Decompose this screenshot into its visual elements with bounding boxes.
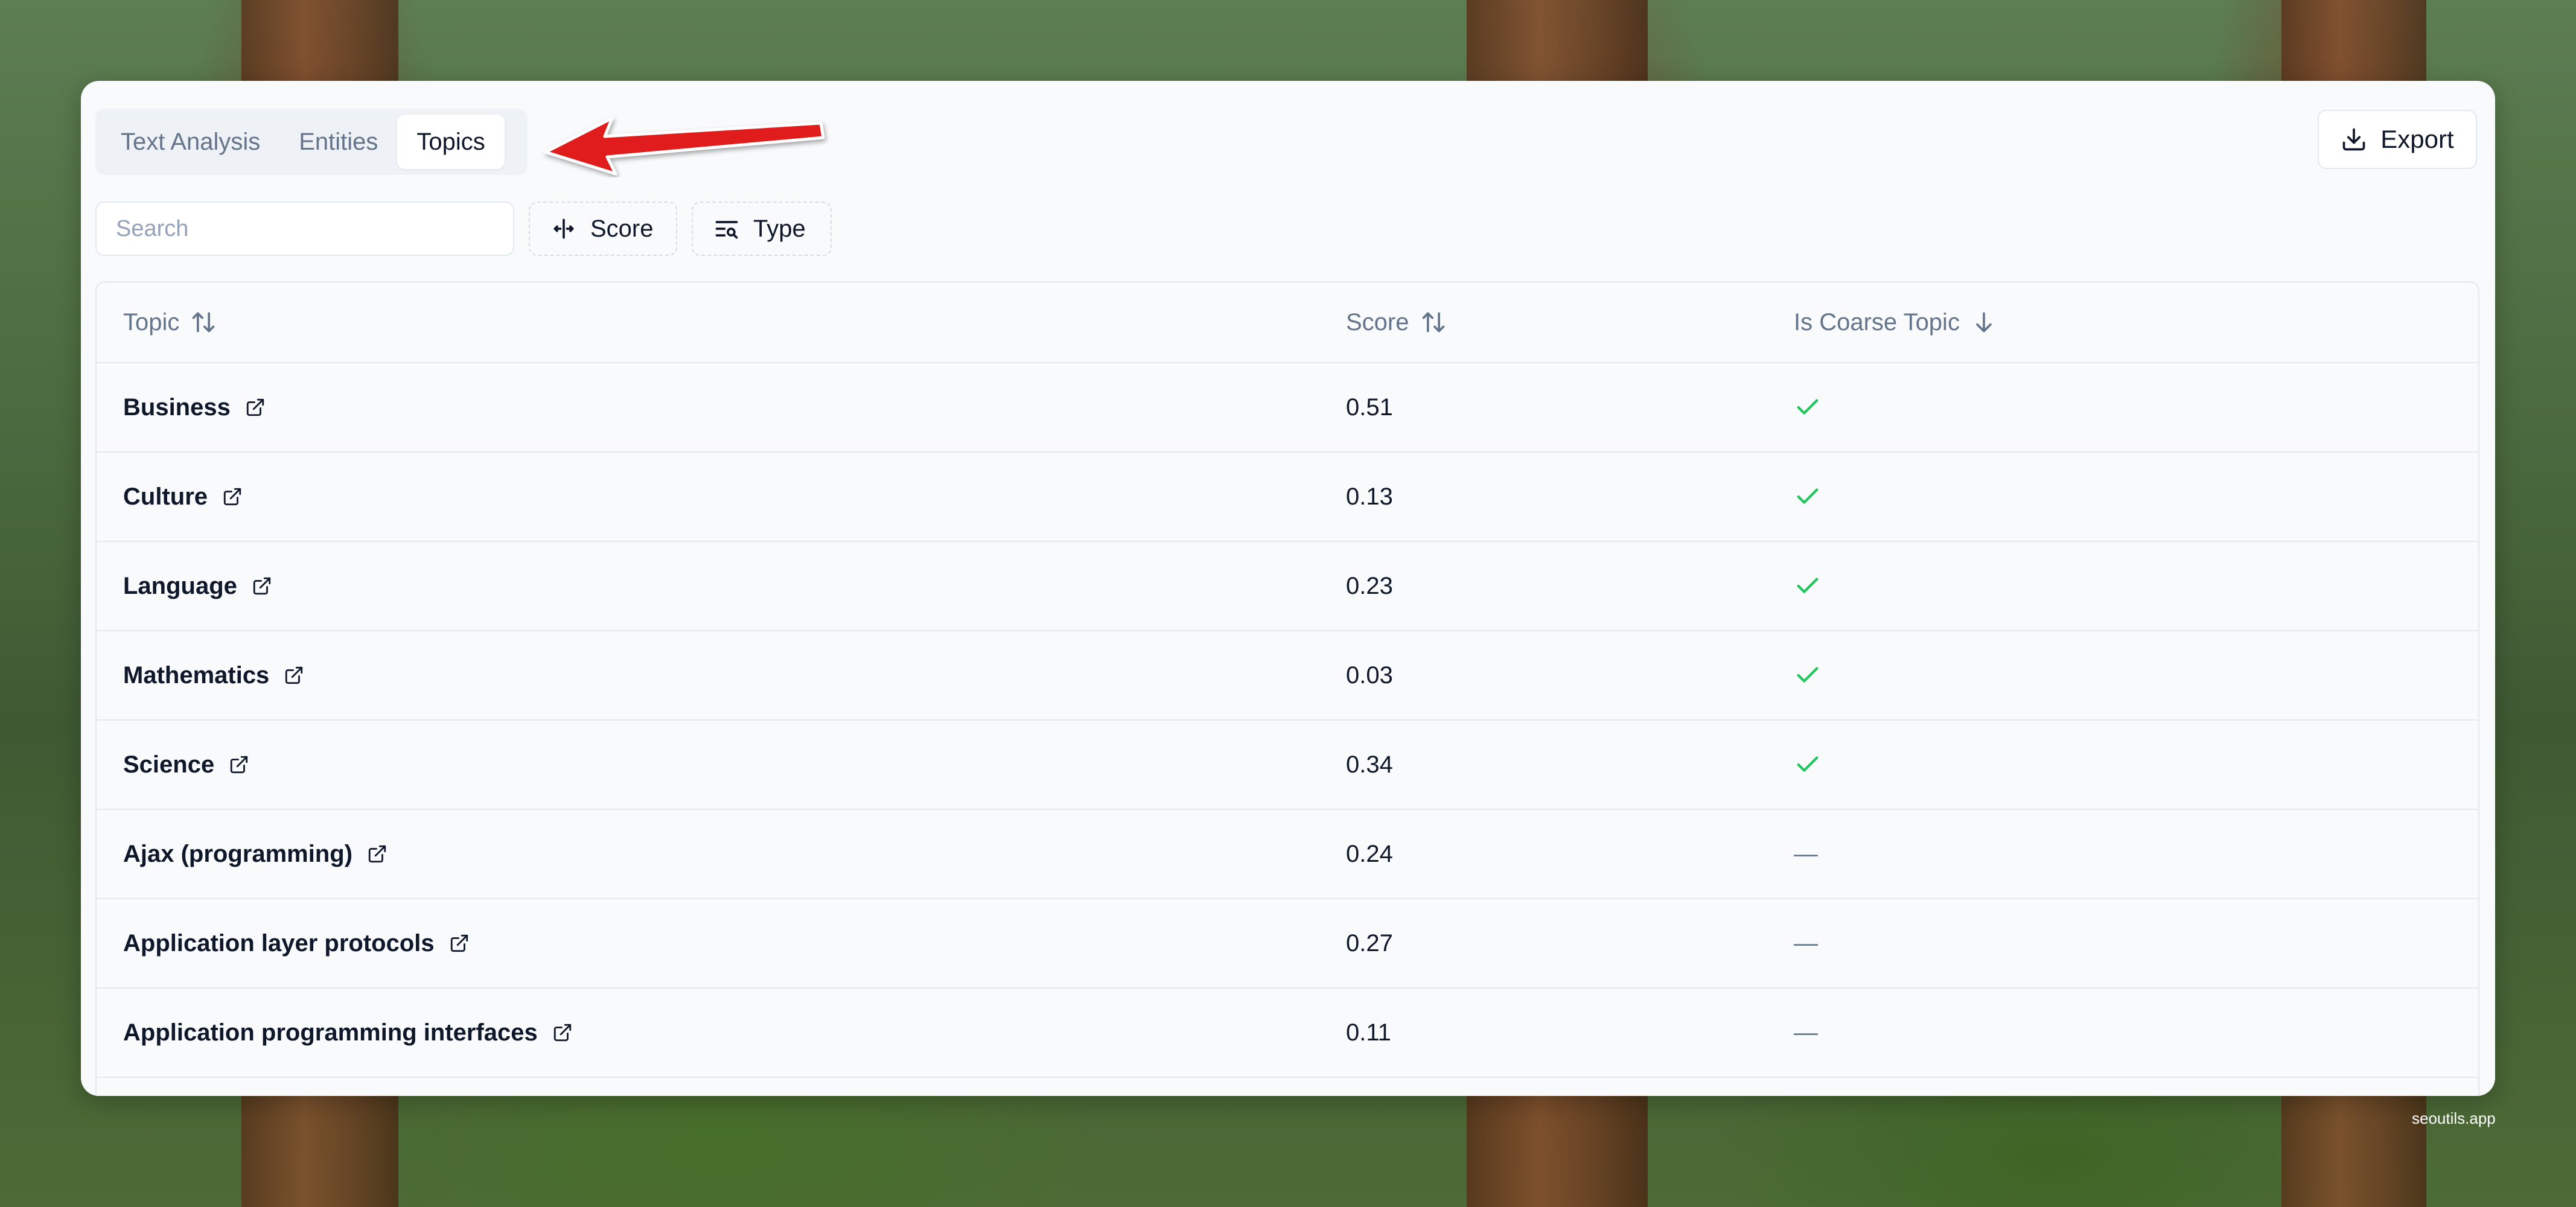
sort-icon (190, 309, 217, 336)
topic-name: Science (123, 751, 215, 778)
topic-name: Mathematics (123, 661, 270, 689)
arrow-down-icon (1971, 309, 1997, 336)
search-input[interactable] (95, 202, 514, 256)
score-cell: 0.13 (1346, 453, 1393, 541)
coarse-cell: — (1794, 810, 1818, 898)
topic-name: Business (123, 393, 231, 421)
coarse-cell (1794, 363, 1822, 451)
topic-name: Application layer protocols (123, 929, 435, 957)
table-row: Ajax (programming) 0.24 — (97, 810, 2478, 899)
topic-name: Ajax (programming) (123, 840, 353, 867)
table-body: Business 0.51 Culture 0.13 Language 0.23 Mathe… (97, 363, 2478, 1078)
score-cell: 0.03 (1346, 631, 1393, 719)
tab-entities[interactable]: Entities (279, 115, 397, 169)
coarse-column-header[interactable]: Is Coarse Topic (1794, 282, 1997, 362)
score-filter-button[interactable]: Score (529, 202, 677, 256)
table-row: Culture 0.13 (97, 453, 2478, 542)
score-header-label: Score (1346, 308, 1409, 336)
table-row: Business 0.51 (97, 363, 2478, 453)
table-row: Language 0.23 (97, 542, 2478, 631)
topic-cell: Language (123, 542, 272, 630)
coarse-cell (1794, 542, 1822, 630)
score-value: 0.51 (1346, 393, 1393, 421)
topic-cell: Culture (123, 453, 243, 541)
check-icon (1794, 483, 1822, 511)
check-icon (1794, 661, 1822, 689)
topic-header-label: Topic (123, 308, 180, 336)
topic-name: Application programming interfaces (123, 1019, 538, 1046)
check-icon (1794, 572, 1822, 600)
coarse-value: — (1794, 840, 1818, 867)
table-row: Application programming interfaces 0.11 — (97, 989, 2478, 1078)
external-link-icon[interactable] (222, 486, 243, 507)
score-cell: 0.11 (1346, 989, 1391, 1077)
score-value: 0.13 (1346, 483, 1393, 510)
topic-cell: Application programming interfaces (123, 989, 573, 1077)
download-icon (2341, 126, 2367, 153)
external-link-icon[interactable] (245, 397, 266, 418)
export-label: Export (2380, 125, 2454, 153)
score-filter-label: Score (590, 215, 654, 242)
score-cell: 0.24 (1346, 810, 1393, 898)
text-search-icon (713, 215, 740, 242)
topic-name: Culture (123, 483, 208, 510)
topic-column-header[interactable]: Topic (123, 282, 217, 362)
tab-text-analysis[interactable]: Text Analysis (101, 115, 279, 169)
topic-cell: Business (123, 363, 266, 451)
tab-topics[interactable]: Topics (397, 115, 505, 169)
score-cell: 0.27 (1346, 899, 1393, 987)
coarse-cell: — (1794, 899, 1818, 987)
type-filter-label: Type (753, 215, 806, 242)
score-value: 0.27 (1346, 929, 1393, 957)
score-cell: 0.23 (1346, 542, 1393, 630)
check-icon (1794, 393, 1822, 421)
coarse-cell: — (1794, 989, 1818, 1077)
coarse-header-label: Is Coarse Topic (1794, 308, 1960, 336)
score-value: 0.23 (1346, 572, 1393, 599)
annotation-arrow (544, 116, 825, 176)
external-link-icon[interactable] (367, 844, 387, 864)
topics-table: Topic Score Is Coarse Topic Business 0.5… (95, 281, 2479, 1096)
score-cell: 0.34 (1346, 721, 1393, 809)
coarse-cell (1794, 631, 1822, 719)
external-link-icon[interactable] (552, 1022, 573, 1043)
topic-cell: Mathematics (123, 631, 304, 719)
score-value: 0.11 (1346, 1019, 1391, 1046)
coarse-cell (1794, 721, 1822, 809)
topics-panel: Text Analysis Entities Topics Export Sco… (81, 81, 2495, 1096)
score-value: 0.03 (1346, 661, 1393, 689)
external-link-icon[interactable] (449, 933, 470, 954)
external-link-icon[interactable] (284, 665, 304, 686)
move-horizontal-icon (550, 215, 577, 242)
sort-icon (1420, 309, 1447, 336)
topic-cell: Ajax (programming) (123, 810, 387, 898)
type-filter-button[interactable]: Type (692, 202, 832, 256)
watermark: seoutils.app (2412, 1109, 2496, 1127)
score-value: 0.34 (1346, 751, 1393, 778)
score-cell: 0.51 (1346, 363, 1393, 451)
coarse-value: — (1794, 929, 1818, 957)
topic-cell: Application layer protocols (123, 899, 470, 987)
coarse-value: — (1794, 1019, 1818, 1046)
topic-name: Language (123, 572, 237, 599)
topic-cell: Science (123, 721, 249, 809)
tab-bar: Text Analysis Entities Topics (95, 109, 528, 175)
export-button[interactable]: Export (2318, 110, 2477, 169)
external-link-icon[interactable] (229, 754, 249, 775)
coarse-cell (1794, 453, 1822, 541)
table-row: Mathematics 0.03 (97, 631, 2478, 721)
table-header: Topic Score Is Coarse Topic (97, 282, 2478, 363)
score-column-header[interactable]: Score (1346, 282, 1447, 362)
table-row: Science 0.34 (97, 721, 2478, 810)
external-link-icon[interactable] (252, 576, 272, 596)
score-value: 0.24 (1346, 840, 1393, 867)
check-icon (1794, 751, 1822, 779)
table-row: Application layer protocols 0.27 — (97, 899, 2478, 989)
